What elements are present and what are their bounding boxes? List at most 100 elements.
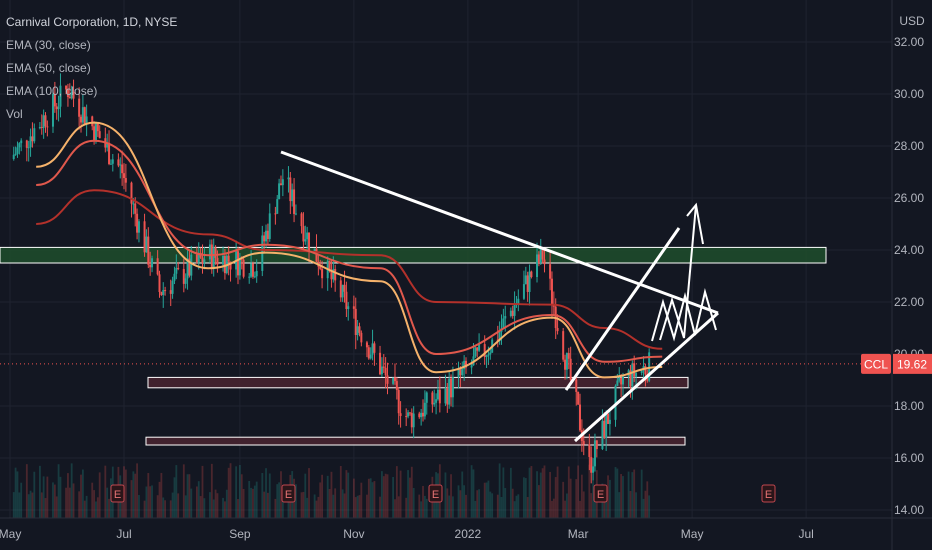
candle-body [210,244,213,269]
candle-body [251,263,254,277]
candle-body [250,263,253,277]
chart-root[interactable]: E E E E E USD 32.00 30.00 28.00 26.00 24.00 22.00 20… [0,0,932,550]
volume-bar [238,464,241,518]
volume-bar [149,486,152,518]
candle-body [265,230,268,242]
price-axis-panel[interactable] [892,0,932,550]
candle-body [608,419,611,424]
candle-body [575,379,578,392]
volume-bar [14,467,17,518]
volume-bar [373,481,376,518]
candle-body [530,271,533,278]
volume-bar [394,499,396,518]
volume-bar [345,470,348,518]
candle-body [631,363,634,387]
volume-bar [175,465,178,518]
candle-body [119,164,122,166]
support-zone-upper[interactable] [147,376,689,389]
legend-ema30[interactable]: EMA (30, close) [6,34,177,57]
candle-body [354,308,357,335]
earnings-marker-label: E [432,489,439,501]
volume-bar [629,491,632,518]
earnings-marker[interactable]: E [281,484,296,503]
volume-bar [328,488,331,518]
candle-body [633,363,636,377]
volume-bar [106,487,109,518]
candle-body [392,377,395,384]
candle-body [569,358,572,380]
candle-body [321,268,324,279]
candle-body [93,126,96,142]
volume-bar [511,488,514,518]
volume-bar [227,467,230,518]
volume-bar [186,474,189,518]
volume-bar [564,500,566,518]
volume-bar [151,485,153,518]
earnings-marker-label: E [114,489,121,501]
volume-bar [224,501,226,518]
volume-bar [250,487,252,518]
volume-bar [27,494,30,518]
candle-body [319,266,322,269]
price-axis-tick: 14.00 [894,503,924,517]
volume-bar [423,495,426,518]
candle-body [136,213,139,233]
candle-body [618,377,621,381]
volume-bar [502,467,505,518]
candle-body [339,280,342,298]
volume-bar [631,472,634,518]
legend-ema50[interactable]: EMA (50, close) [6,57,177,80]
price-axis-tick: 24.00 [894,243,924,257]
volume-bar [190,488,193,518]
volume-bar [382,476,385,518]
candle-body [373,343,376,353]
volume-bar [517,494,520,518]
earnings-marker[interactable]: E [428,484,443,503]
candle-body [184,278,187,284]
volume-bar [487,480,490,518]
candle-body [397,390,400,414]
volume-bar [104,465,107,518]
earnings-marker[interactable]: E [761,484,776,503]
volume-bar [425,498,428,518]
candle-body [588,444,591,457]
candle-body [109,163,112,165]
volume-bar [524,478,527,518]
time-axis-tick: May [0,527,21,541]
legend-title[interactable]: Carnival Corporation, 1D, NYSE [6,11,177,34]
candle-body [511,310,514,316]
volume-bar [162,497,165,518]
candle-body [446,387,449,405]
volume-bar [648,495,651,518]
legend-ema100[interactable]: EMA (100, close) [6,80,177,103]
candle-body [590,456,593,473]
volume-bar [145,486,148,518]
earnings-marker[interactable]: E [110,484,125,503]
volume-bar [263,491,266,518]
volume-bar [78,491,81,518]
time-axis-tick: Mar [568,527,589,541]
candle-body [536,254,539,278]
volume-bar [640,469,643,518]
legend-volume[interactable]: Vol [6,103,177,126]
volume-bar [184,495,187,518]
volume-bar [59,476,62,518]
volume-bar [347,472,350,518]
volume-bar [40,492,43,518]
time-axis-tick: 2022 [455,527,482,541]
volume-bar [138,495,140,518]
candle-body [425,392,428,403]
volume-bar [618,492,621,518]
volume-bar [500,496,503,518]
candle-body [562,331,565,360]
candle-body [539,247,542,263]
volume-bar [248,480,251,518]
volume-bar [478,489,480,518]
volume-bar [304,473,307,518]
candle-body [433,402,436,405]
volume-bar [633,469,636,518]
candle-body [476,347,479,351]
volume-bar [177,493,180,518]
resistance-zone[interactable] [0,246,827,264]
earnings-marker[interactable]: E [593,484,608,503]
